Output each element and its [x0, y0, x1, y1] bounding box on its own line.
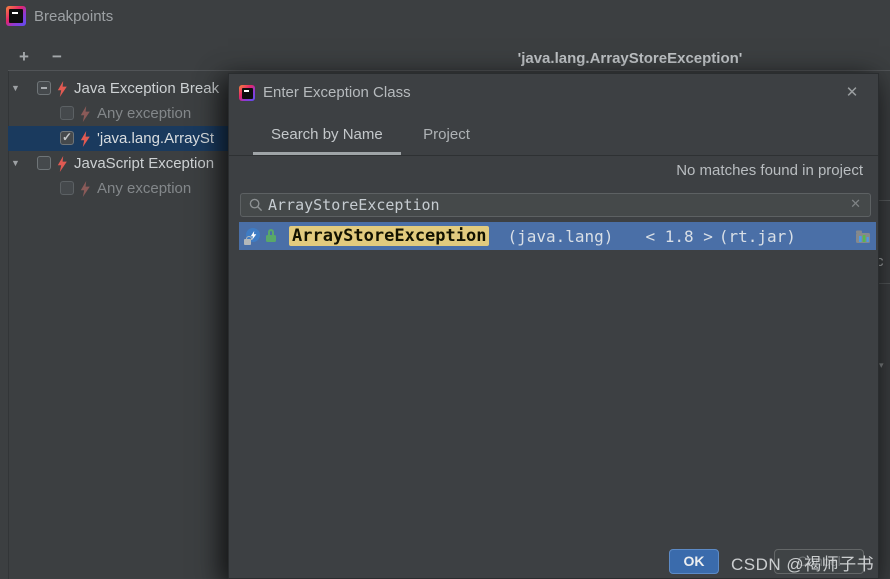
intellij-logo-icon	[239, 85, 255, 101]
window-title: Breakpoints	[34, 8, 114, 25]
intellij-logo-icon	[6, 6, 26, 26]
clear-icon[interactable]: ✕	[850, 196, 861, 212]
result-class-name: ArrayStoreException	[289, 226, 490, 246]
add-breakpoint-button[interactable]: +	[14, 47, 34, 67]
breakpoint-detail-title: 'java.lang.ArrayStoreException'	[517, 50, 743, 67]
chevron-down-icon[interactable]: ▼	[11, 83, 20, 93]
breakpoint-lightning-icon	[57, 81, 67, 97]
edge-fragment-caret-icon: ▾	[879, 360, 884, 370]
checkbox-checked[interactable]	[60, 130, 74, 145]
checkbox-unchecked[interactable]	[60, 181, 74, 195]
tab-search-by-name[interactable]: Search by Name	[253, 112, 401, 155]
remove-breakpoint-button[interactable]: −	[47, 47, 67, 67]
result-row[interactable]: ArrayStoreException (java.lang) < 1.8 > …	[239, 222, 876, 250]
ok-button[interactable]: OK	[669, 549, 719, 574]
breakpoint-lightning-icon	[80, 131, 90, 147]
enter-exception-class-dialog: Enter Exception Class ✕ Search by Name P…	[228, 73, 879, 579]
toolbar-separator	[8, 70, 890, 71]
dialog-tabs: Search by Name Project	[229, 112, 878, 156]
tree-row-label: JavaScript Exception	[74, 155, 215, 172]
tab-project[interactable]: Project	[405, 112, 488, 155]
search-input[interactable]	[268, 194, 838, 216]
checkbox-unchecked[interactable]	[37, 156, 51, 170]
window-titlebar: Breakpoints	[0, 0, 890, 34]
status-text: No matches found in project	[676, 162, 863, 179]
lock-icon	[266, 229, 277, 243]
search-icon	[249, 198, 263, 212]
watermark: CSDN @褐师子书	[731, 555, 875, 574]
chevron-down-icon[interactable]: ▼	[11, 158, 20, 168]
exception-class-icon	[244, 228, 261, 245]
search-field[interactable]: ✕	[240, 193, 871, 217]
result-jar: (rt.jar)	[718, 226, 796, 246]
tree-row-label: Any exception	[97, 180, 192, 197]
breakpoint-lightning-icon	[80, 181, 90, 197]
checkbox-unchecked[interactable]	[60, 106, 74, 120]
close-icon[interactable]: ✕	[842, 83, 862, 103]
result-jdk-version: < 1.8 >	[645, 226, 713, 246]
library-icon	[856, 230, 870, 243]
breakpoint-lightning-icon	[57, 156, 67, 172]
dialog-title: Enter Exception Class	[263, 84, 411, 101]
tree-row-label: Any exception	[97, 105, 192, 122]
breakpoint-lightning-icon	[80, 106, 90, 122]
tree-row-label: Java Exception Break	[74, 80, 220, 97]
dialog-header[interactable]: Enter Exception Class ✕	[229, 74, 878, 112]
checkbox-indeterminate[interactable]	[37, 81, 51, 95]
result-package: (java.lang)	[507, 226, 614, 246]
edge-fragment-line	[879, 283, 890, 284]
tree-row-label: 'java.lang.ArraySt	[97, 130, 215, 147]
